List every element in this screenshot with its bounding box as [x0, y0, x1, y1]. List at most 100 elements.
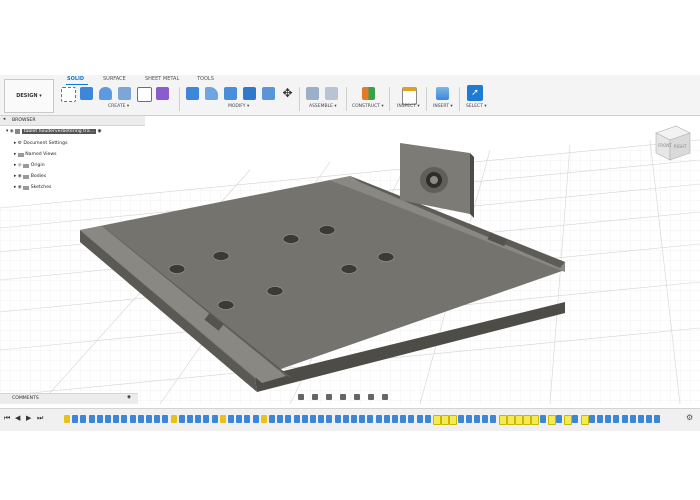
- insert-image-icon[interactable]: [436, 87, 449, 100]
- timeline-feature-marker[interactable]: [597, 415, 603, 423]
- combine-icon[interactable]: [262, 87, 275, 100]
- timeline-feature-marker[interactable]: [203, 415, 210, 423]
- timeline-feature-marker[interactable]: [137, 415, 144, 423]
- eye-icon[interactable]: ◉: [18, 174, 22, 179]
- timeline-feature-marker[interactable]: [465, 415, 472, 423]
- workspace-switcher[interactable]: DESIGN ▾: [4, 79, 54, 113]
- press-pull-icon[interactable]: [186, 87, 199, 100]
- step-back-icon[interactable]: ◀: [15, 414, 20, 422]
- browser-item-bodies[interactable]: ▸ ◉ Bodies: [14, 172, 46, 181]
- assemble-menu[interactable]: ASSEMBLE ▾: [309, 104, 337, 109]
- timeline-feature-marker[interactable]: [195, 415, 202, 423]
- create-menu[interactable]: CREATE ▾: [108, 104, 129, 109]
- viewcube[interactable]: FRONT RIGHT: [655, 125, 691, 161]
- timeline-feature-marker[interactable]: [457, 415, 464, 423]
- timeline-feature-marker[interactable]: [178, 415, 185, 423]
- create-sketch-icon[interactable]: [61, 87, 76, 102]
- eye-icon[interactable]: ◉: [18, 163, 22, 168]
- timeline-feature-marker[interactable]: [211, 415, 218, 423]
- timeline-feature-marker[interactable]: [96, 415, 103, 423]
- timeline-feature-marker[interactable]: [441, 415, 450, 425]
- timeline-feature-marker[interactable]: [556, 415, 562, 423]
- fillet-icon[interactable]: [205, 87, 218, 100]
- timeline-feature-marker[interactable]: [547, 415, 556, 425]
- timeline-feature-marker[interactable]: [228, 415, 234, 423]
- timeline-feature-marker[interactable]: [580, 415, 589, 425]
- timeline-feature-marker[interactable]: [244, 415, 251, 423]
- modify-menu[interactable]: MODIFY ▾: [228, 104, 249, 109]
- expand-icon[interactable]: ▸: [14, 185, 16, 190]
- shell-icon[interactable]: [243, 87, 256, 100]
- play-icon[interactable]: ▶: [26, 414, 31, 422]
- timeline-feature-marker[interactable]: [219, 415, 226, 423]
- expand-icon[interactable]: ▸: [14, 174, 16, 179]
- timeline-feature-marker[interactable]: [646, 415, 653, 423]
- timeline-feature-marker[interactable]: [367, 415, 374, 423]
- browser-item-sketches[interactable]: ▸ ◉ Sketches: [14, 183, 51, 192]
- comments-panel[interactable]: COMMENTS ◉: [0, 393, 138, 404]
- timeline-feature-marker[interactable]: [449, 415, 458, 425]
- construct-menu[interactable]: CONSTRUCT ▾: [352, 104, 384, 109]
- timeline-feature-marker[interactable]: [375, 415, 382, 423]
- inspect-menu[interactable]: INSPECT ▾: [397, 104, 420, 109]
- expand-icon[interactable]: ▸: [14, 163, 16, 168]
- timeline-feature-marker[interactable]: [351, 415, 357, 423]
- timeline-feature-marker[interactable]: [621, 415, 628, 423]
- expand-icon[interactable]: ▸: [14, 141, 16, 146]
- browser-item-document-settings[interactable]: ▸ ⚙ Document Settings: [14, 139, 67, 148]
- timeline-feature-marker[interactable]: [285, 415, 292, 423]
- add-comment-icon[interactable]: ◉: [127, 395, 131, 400]
- timeline-feature-marker[interactable]: [474, 415, 480, 423]
- timeline-feature-marker[interactable]: [433, 415, 441, 425]
- timeline-feature-marker[interactable]: [310, 415, 316, 423]
- go-to-start-icon[interactable]: ⏮: [4, 414, 10, 423]
- tab-tools[interactable]: TOOLS: [197, 76, 214, 82]
- timeline-feature-marker[interactable]: [105, 415, 111, 423]
- eye-icon[interactable]: ◉: [10, 129, 14, 134]
- select-icon[interactable]: ➚: [467, 85, 483, 101]
- insert-menu[interactable]: INSERT ▾: [433, 104, 453, 109]
- timeline-feature-marker[interactable]: [506, 415, 515, 425]
- box-icon[interactable]: [118, 87, 131, 100]
- timeline-feature-marker[interactable]: [334, 415, 341, 423]
- revolve-icon[interactable]: [99, 87, 112, 100]
- timeline-feature-marker[interactable]: [383, 415, 390, 423]
- timeline-feature-marker[interactable]: [523, 415, 532, 425]
- timeline-feature-marker[interactable]: [113, 415, 120, 423]
- timeline-feature-marker[interactable]: [408, 415, 415, 423]
- timeline-feature-marker[interactable]: [564, 415, 573, 425]
- timeline-feature-marker[interactable]: [416, 415, 423, 423]
- timeline-feature-marker[interactable]: [515, 415, 523, 425]
- select-menu[interactable]: SELECT ▾: [466, 104, 487, 109]
- timeline-feature-marker[interactable]: [392, 415, 398, 423]
- timeline-feature-marker[interactable]: [605, 415, 612, 423]
- tab-solid[interactable]: SOLID: [67, 76, 84, 82]
- timeline-feature-marker[interactable]: [629, 415, 636, 423]
- timeline-feature-marker[interactable]: [490, 415, 497, 423]
- move-icon[interactable]: ✥: [281, 87, 294, 100]
- pattern-icon[interactable]: [137, 87, 152, 102]
- timeline-feature-marker[interactable]: [64, 415, 70, 423]
- joint-icon[interactable]: [325, 87, 338, 100]
- expand-icon[interactable]: ▸: [14, 152, 16, 157]
- timeline-feature-marker[interactable]: [654, 415, 661, 423]
- browser-root[interactable]: ▾ ◉ tablet houderverbetering tra... ◉: [6, 127, 102, 136]
- timeline-feature-marker[interactable]: [342, 415, 349, 423]
- timeline-settings-icon[interactable]: ⚙: [686, 413, 693, 422]
- timeline-feature-marker[interactable]: [146, 415, 152, 423]
- browser-header[interactable]: ◂ BROWSER: [0, 116, 145, 126]
- tab-surface[interactable]: SURFACE: [103, 76, 126, 82]
- timeline-feature-marker[interactable]: [482, 415, 489, 423]
- browser-item-origin[interactable]: ▸ ◉ Origin: [14, 161, 45, 170]
- timeline-feature-marker[interactable]: [236, 415, 243, 423]
- timeline-feature-marker[interactable]: [424, 415, 431, 423]
- timeline-feature-marker[interactable]: [187, 415, 193, 423]
- new-component-icon[interactable]: [306, 87, 319, 100]
- timeline-feature-marker[interactable]: [572, 415, 579, 423]
- chevron-down-icon[interactable]: ◂: [3, 117, 5, 122]
- tab-sheet-metal[interactable]: SHEET METAL: [145, 76, 179, 82]
- timeline-feature-marker[interactable]: [162, 415, 169, 423]
- timeline-feature-marker[interactable]: [400, 415, 407, 423]
- timeline-feature-marker[interactable]: [129, 415, 136, 423]
- timeline-feature-marker[interactable]: [293, 415, 300, 423]
